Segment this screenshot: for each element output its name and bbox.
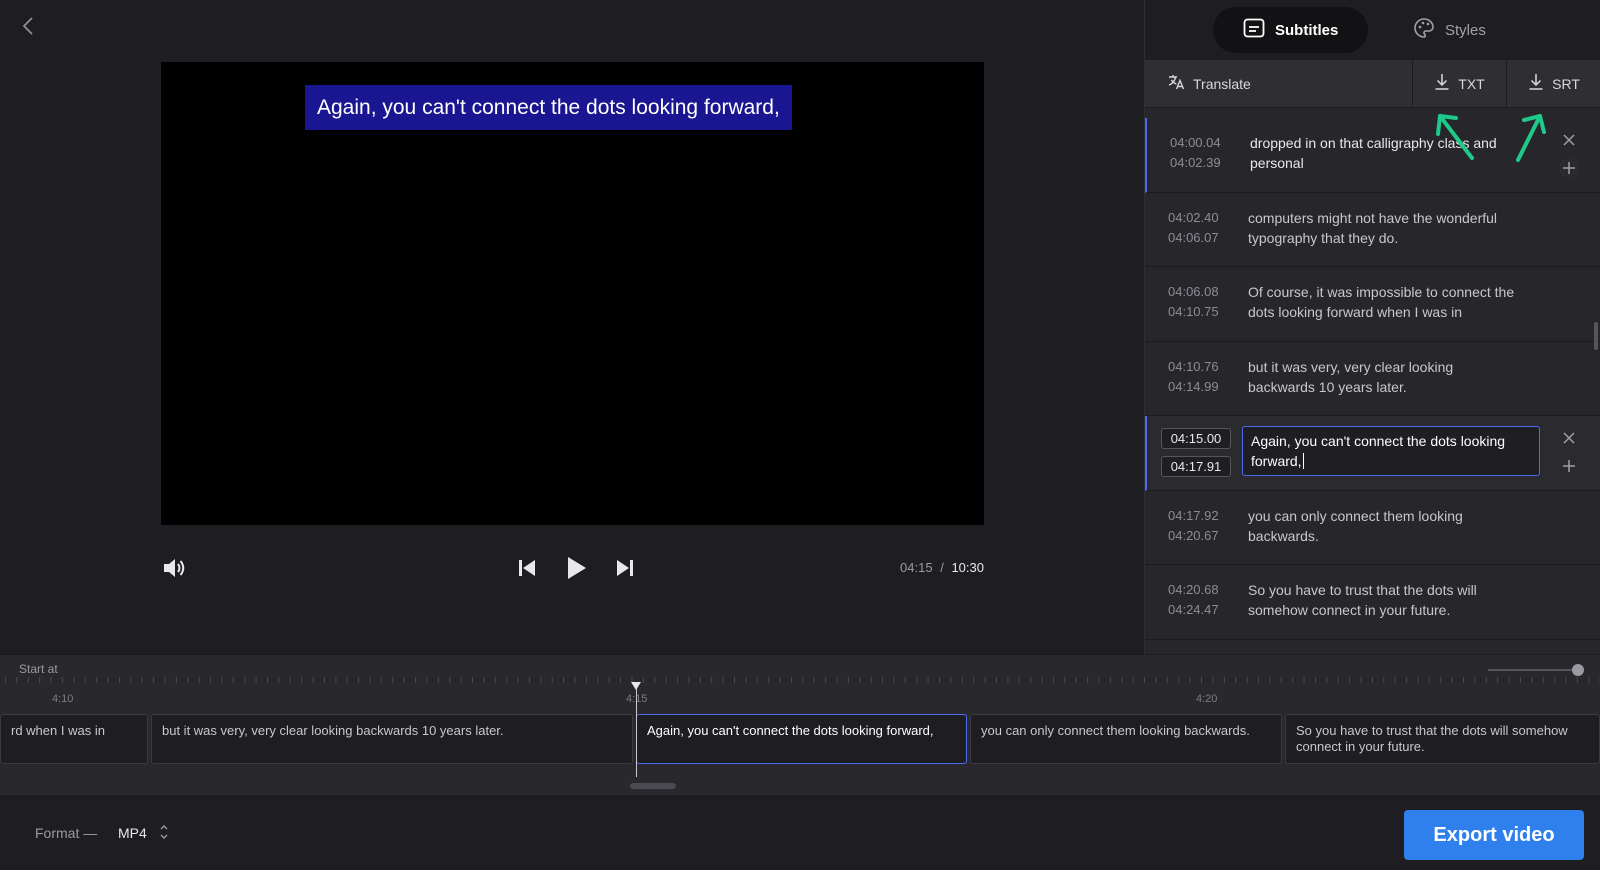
panel-tabs: Subtitles Styles [1145, 0, 1600, 60]
txt-label: TXT [1458, 75, 1485, 92]
subtitle-row[interactable]: 04:10.76 04:14.99 but it was very, very … [1145, 342, 1600, 416]
skip-forward-icon[interactable] [614, 557, 636, 579]
delete-icon[interactable] [1559, 428, 1579, 448]
row-text[interactable]: dropped in on that calligraphy class and… [1250, 133, 1520, 173]
row-text[interactable]: Of course, it was impossible to connect … [1248, 282, 1518, 322]
row-start-time: 04:00.04 [1170, 135, 1221, 150]
back-icon[interactable] [16, 14, 40, 38]
subtitles-icon [1243, 18, 1265, 42]
zoom-slider-track[interactable] [1488, 669, 1578, 671]
translate-icon [1167, 73, 1185, 94]
row-times: 04:17.92 04:20.67 [1168, 506, 1219, 546]
timeline-clip[interactable]: but it was very, very clear looking back… [151, 714, 633, 764]
export-footer: Format — MP4 Export video [0, 794, 1600, 870]
subtitle-toolbar: Translate TXT SRT [1145, 60, 1600, 108]
export-video-button[interactable]: Export video [1404, 810, 1584, 860]
tick-label: 4:20 [1196, 693, 1218, 705]
add-icon[interactable] [1559, 158, 1579, 178]
subtitle-text-field[interactable]: Again, you can't connect the dots lookin… [1242, 426, 1540, 476]
time-ruler[interactable] [0, 677, 1600, 689]
format-label: Format — [35, 825, 98, 841]
list-scrollbar[interactable] [1594, 322, 1598, 350]
timeline[interactable]: Start at 4:10 4:15 4:20 rd when I was in… [0, 654, 1600, 794]
subtitle-row[interactable]: 04:17.92 04:20.67 you can only connect t… [1145, 491, 1600, 565]
tab-subtitles-label: Subtitles [1275, 21, 1339, 39]
subtitle-row[interactable]: 04:20.68 04:24.47 So you have to trust t… [1145, 565, 1600, 640]
delete-icon[interactable] [1559, 130, 1579, 150]
video-preview[interactable]: Again, you can't connect the dots lookin… [161, 62, 984, 525]
row-start-time: 04:06.08 [1168, 284, 1219, 299]
zoom-slider-handle[interactable] [1572, 664, 1584, 676]
up-down-chevron-icon[interactable] [158, 821, 170, 843]
row-start-time: 04:20.68 [1168, 582, 1219, 597]
time-separator: / [940, 560, 944, 575]
format-select[interactable]: MP4 [118, 825, 147, 841]
row-end-time: 04:24.47 [1168, 602, 1219, 617]
row-end-time: 04:02.39 [1170, 155, 1221, 170]
add-icon[interactable] [1559, 456, 1579, 476]
subtitle-row-editing[interactable]: 04:15.00 04:17.91 Again, you can't conne… [1145, 416, 1600, 491]
tab-styles[interactable]: Styles [1383, 7, 1516, 53]
player-controls: 04:15 / 10:30 [161, 552, 984, 584]
download-srt-button[interactable]: SRT [1507, 60, 1600, 107]
row-end-time: 04:20.67 [1168, 527, 1219, 543]
download-txt-button[interactable]: TXT [1413, 60, 1507, 107]
download-icon [1434, 73, 1450, 94]
translate-label: Translate [1193, 75, 1251, 92]
subtitle-panel: Subtitles Styles Translate TXT SRT 04:00… [1144, 0, 1600, 654]
subtitle-row[interactable]: 04:02.40 04:06.07 computers might not ha… [1145, 193, 1600, 267]
playhead-handle[interactable] [631, 682, 641, 690]
video-area: Again, you can't connect the dots lookin… [0, 0, 1144, 654]
download-icon [1528, 73, 1544, 94]
palette-icon [1413, 17, 1435, 43]
subtitle-row[interactable]: 04:06.08 04:10.75 Of course, it was impo… [1145, 267, 1600, 342]
row-times: 04:06.08 04:10.75 [1168, 282, 1219, 322]
subtitle-text-value: Again, you can't connect the dots lookin… [1251, 433, 1506, 469]
tick-label: 4:10 [52, 693, 74, 705]
current-time: 04:15 [900, 560, 933, 575]
play-icon[interactable] [564, 555, 588, 581]
row-text[interactable]: but it was very, very clear looking back… [1248, 357, 1518, 397]
timeline-clip[interactable]: So you have to trust that the dots will … [1285, 714, 1600, 764]
srt-label: SRT [1552, 75, 1580, 92]
volume-icon[interactable] [161, 555, 187, 581]
row-text[interactable]: computers might not have the wonderful t… [1248, 208, 1518, 248]
timeline-clip-active[interactable]: Again, you can't connect the dots lookin… [636, 714, 967, 764]
subtitle-editor-app: Again, you can't connect the dots lookin… [0, 0, 1600, 870]
row-times: 04:00.04 04:02.39 [1170, 133, 1221, 173]
start-time-field[interactable]: 04:15.00 [1161, 428, 1231, 449]
row-times: 04:02.40 04:06.07 [1168, 208, 1219, 248]
playhead[interactable] [636, 685, 637, 777]
transport-controls [516, 552, 636, 584]
tab-subtitles[interactable]: Subtitles [1213, 7, 1369, 53]
row-end-time: 04:14.99 [1168, 378, 1219, 394]
row-times: 04:20.68 04:24.47 [1168, 580, 1219, 620]
time-readout: 04:15 / 10:30 [900, 560, 984, 575]
translate-button[interactable]: Translate [1145, 60, 1413, 107]
row-start-time: 04:17.92 [1168, 507, 1219, 523]
skip-back-icon[interactable] [516, 557, 538, 579]
row-times: 04:10.76 04:14.99 [1168, 357, 1219, 397]
row-start-time: 04:10.76 [1168, 358, 1219, 374]
row-end-time: 04:06.07 [1168, 229, 1219, 245]
start-at-label: Start at [19, 662, 58, 676]
row-end-time: 04:10.75 [1168, 304, 1219, 319]
timeline-clip[interactable]: rd when I was in [0, 714, 148, 764]
row-start-time: 04:02.40 [1168, 209, 1219, 225]
subtitle-list: 04:00.04 04:02.39 dropped in on that cal… [1145, 118, 1600, 654]
end-time-field[interactable]: 04:17.91 [1161, 456, 1231, 477]
row-text[interactable]: So you have to trust that the dots will … [1248, 580, 1518, 620]
total-time: 10:30 [951, 560, 984, 575]
tab-styles-label: Styles [1445, 21, 1486, 39]
timeline-clip[interactable]: you can only connect them looking backwa… [970, 714, 1282, 764]
timeline-scrollbar[interactable] [630, 783, 676, 789]
subtitle-overlay: Again, you can't connect the dots lookin… [305, 85, 792, 130]
row-text[interactable]: you can only connect them looking backwa… [1248, 506, 1518, 546]
text-caret [1302, 453, 1304, 469]
subtitle-row[interactable]: 04:00.04 04:02.39 dropped in on that cal… [1145, 118, 1600, 193]
